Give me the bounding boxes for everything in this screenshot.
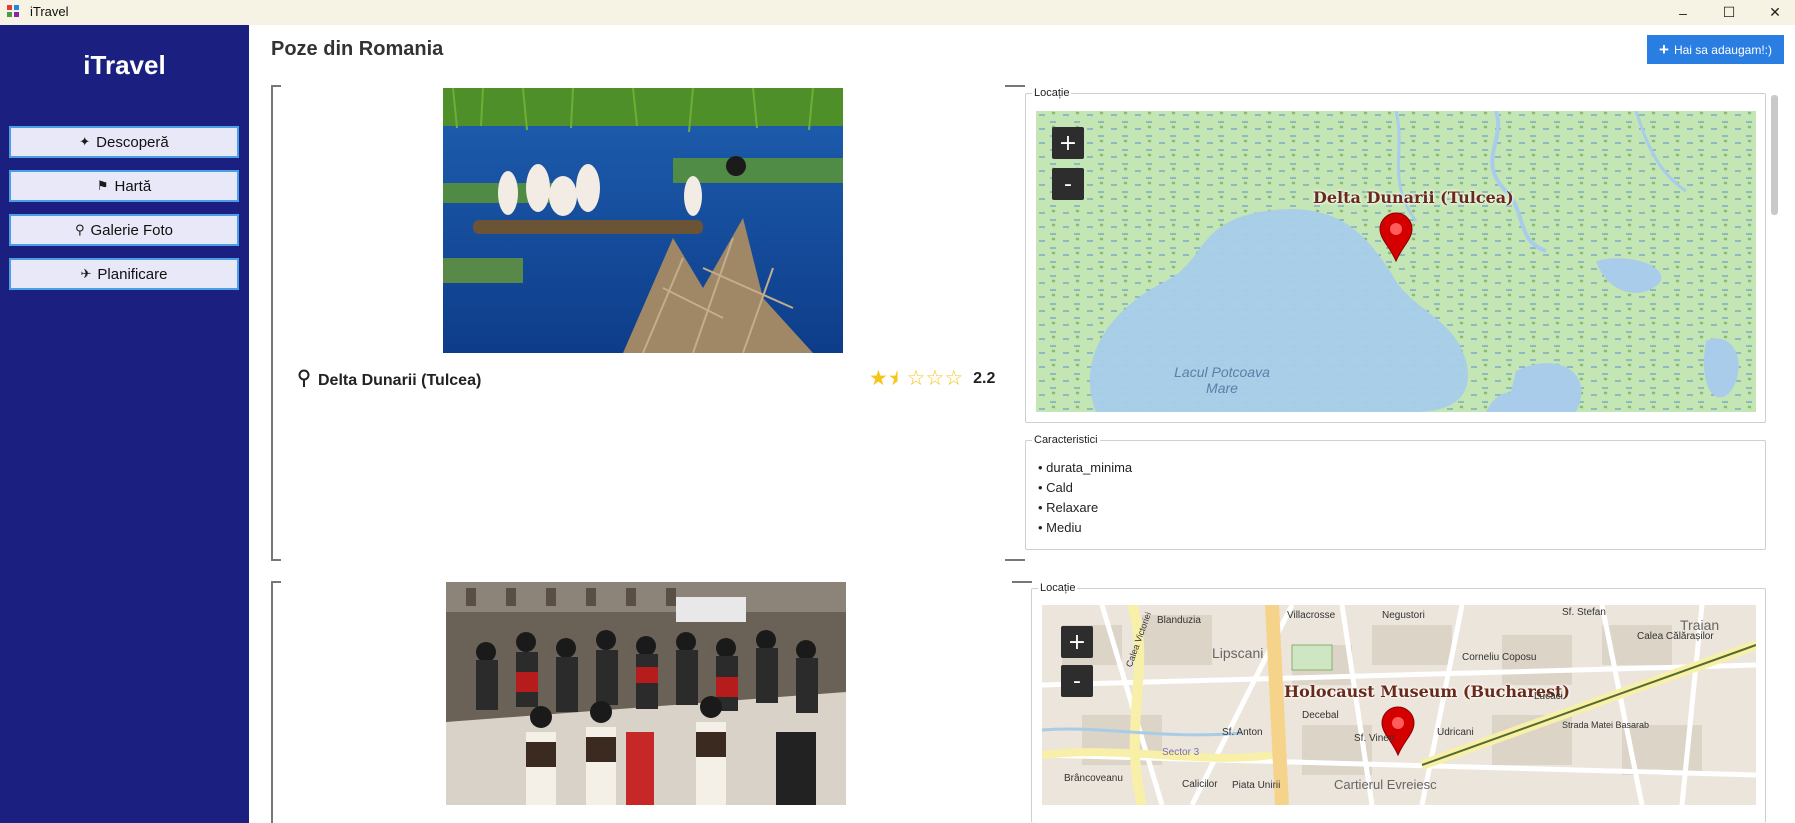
marsh-map [1036, 111, 1756, 412]
list-item: • Relaxare [1038, 500, 1099, 515]
photo-delta-dunarii[interactable] [443, 88, 843, 353]
street-label: Negustori [1382, 610, 1425, 621]
map-pin-icon [298, 369, 310, 392]
list-item: • durata_minima [1038, 460, 1133, 475]
street-label: Udricani [1437, 727, 1474, 738]
sidebar-item-label: Hartă [114, 177, 152, 195]
sparkle-icon: ✦ [79, 134, 91, 149]
window-title: iTravel [30, 4, 69, 19]
street-label: Strada Matei Basarab [1562, 720, 1650, 730]
flag-icon: ⚑ [96, 178, 109, 193]
map-location-label: Holocaust Museum (Bucharest) [1284, 682, 1570, 701]
map-legend: Locație [1040, 582, 1076, 594]
street-label: Sf. Vineri [1354, 733, 1395, 744]
add-photo-button[interactable]: + Hai sa adaugam!:) [1647, 35, 1784, 64]
district-label: Lipscani [1212, 645, 1264, 661]
card-bracket [271, 85, 281, 561]
card-divider [1005, 559, 1025, 561]
map-delta-dunarii[interactable]: + - Delta Dunarii (Tulcea) Lacul Potcoav… [1036, 111, 1756, 412]
zoom-in-button[interactable]: + [1052, 127, 1084, 159]
map-location-label: Delta Dunarii (Tulcea) [1313, 188, 1514, 207]
water-label-line: Mare [1206, 380, 1238, 396]
sidebar-item-label: Galerie Foto [90, 221, 174, 239]
street-label: Sf. Anton [1222, 727, 1263, 738]
street-label: Piata Unirii [1232, 780, 1281, 791]
pelicans-photo [443, 88, 843, 353]
sidebar-item-harta[interactable]: ⚑ Hartă [9, 170, 239, 202]
card-divider [1005, 85, 1025, 87]
page-title: Poze din Romania [271, 38, 444, 60]
street-label: Blanduzia [1157, 615, 1201, 626]
map-legend: Locație [1034, 87, 1070, 99]
star-empty-icon: ☆ [925, 367, 945, 390]
zoom-out-button[interactable]: - [1052, 168, 1084, 200]
map-bucharest[interactable]: + - Holocaust Museum (Bucharest) Blanduz… [1042, 605, 1756, 805]
card-bracket [271, 581, 281, 823]
zoom-out-button[interactable]: - [1061, 665, 1093, 697]
water-label-line: Lacul Potcoava [1174, 364, 1270, 380]
close-button[interactable]: ✕ [1752, 0, 1795, 25]
sidebar-item-label: Descoperă [96, 133, 169, 151]
airplane-icon: ✈ [80, 266, 92, 281]
zoom-in-button[interactable]: + [1061, 626, 1093, 658]
list-item: • Cald [1038, 480, 1073, 495]
photo-bucharest[interactable] [446, 582, 846, 805]
location-name: Delta Dunarii (Tulcea) [298, 369, 481, 392]
features-list: • durata_minima • Cald • Relaxare • Medi… [1038, 460, 1132, 540]
street-label: Lucaci [1534, 691, 1563, 702]
sidebar-item-planificare[interactable]: ✈ Planificare [9, 258, 239, 290]
card-divider [1012, 581, 1032, 583]
district-label: Cartierul Evreiesc [1334, 777, 1437, 792]
street-label: Brâncoveanu [1064, 773, 1123, 784]
sidebar-item-descopera[interactable]: ✦ Descoperă [9, 126, 239, 158]
list-item: • Mediu [1038, 520, 1082, 535]
star-half-icon: ★ [887, 367, 907, 390]
vertical-scrollbar[interactable] [1768, 85, 1780, 810]
features-group: Caracteristici [1025, 434, 1766, 550]
street-label: Calicilor [1182, 779, 1218, 790]
features-legend: Caracteristici [1034, 434, 1098, 446]
app-logo-icon [7, 5, 19, 17]
street-label: Villacrosse [1287, 610, 1336, 621]
scrollbar-thumb[interactable] [1771, 95, 1778, 215]
street-label: Corneliu Coposu [1462, 652, 1537, 663]
district-label: Sector 3 [1162, 747, 1200, 758]
window-titlebar: iTravel – ☐ ✕ [0, 0, 1795, 25]
maximize-button[interactable]: ☐ [1706, 0, 1752, 25]
water-label: Lacul Potcoava Mare [1162, 364, 1282, 396]
street-label: Sf. Stefan [1562, 607, 1606, 618]
star-empty-icon: ☆ [944, 367, 964, 390]
street-label: Decebal [1302, 710, 1339, 721]
folk-dance-photo [446, 582, 846, 805]
sidebar-brand: iTravel [83, 50, 166, 80]
rating-value: 2.2 [973, 369, 996, 387]
star-full-icon: ★ [869, 367, 888, 390]
sidebar-item-galerie-foto[interactable]: ⚲ Galerie Foto [9, 214, 239, 246]
add-photo-label: Hai sa adaugam!:) [1673, 42, 1772, 57]
search-icon: ⚲ [74, 222, 85, 237]
plus-icon: + [1659, 40, 1669, 59]
star-rating: ★ ★ ☆ ☆ ☆ 2.2 [869, 368, 995, 389]
street-label: Calea Călărașilor [1637, 631, 1714, 642]
star-empty-icon: ☆ [906, 367, 926, 390]
minimize-button[interactable]: – [1660, 0, 1706, 25]
location-label: Delta Dunarii (Tulcea) [318, 371, 482, 389]
sidebar: iTravel ✦ Descoperă ⚑ Hartă ⚲ Galerie Fo… [0, 25, 249, 823]
sidebar-item-label: Planificare [97, 265, 168, 283]
